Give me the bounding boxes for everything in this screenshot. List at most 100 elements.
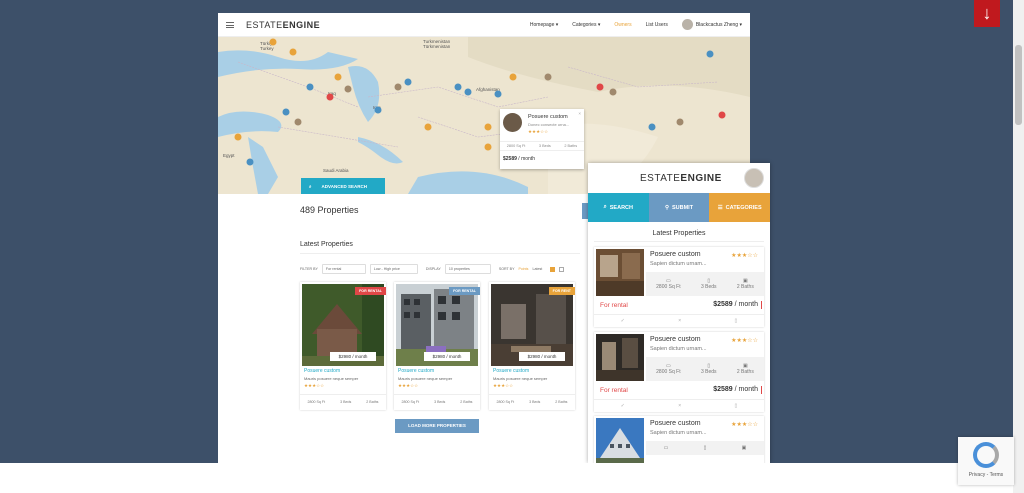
load-more-button[interactable]: LOAD MORE PROPERTIES xyxy=(395,419,479,433)
close-icon[interactable]: × xyxy=(678,403,681,409)
user-menu[interactable]: Blackcactus Zheng xyxy=(681,19,742,30)
recaptcha-icon xyxy=(973,442,999,468)
sort-label: SORT BY xyxy=(498,267,515,271)
mobile-logo[interactable]: ESTATE ENGINE xyxy=(588,163,770,193)
list-view-icon[interactable] xyxy=(559,266,565,272)
divider xyxy=(300,253,580,254)
mobile-submit-button[interactable]: ⚲ SUBMIT xyxy=(648,193,710,222)
card-area: 2800 Sq Ft xyxy=(496,399,515,404)
item-rating: ★★★☆☆ xyxy=(731,253,758,259)
close-icon[interactable]: × xyxy=(678,318,681,324)
popup-subtitle: Donec consecte urna... xyxy=(528,122,570,127)
item-rating: ★★★☆☆ xyxy=(731,422,758,428)
card-rating: ★★★☆☆ xyxy=(398,383,419,388)
sort-points[interactable]: Points xyxy=(518,267,528,271)
item-address: Sapien dictum urnam... xyxy=(650,430,707,436)
mobile-categories-button[interactable]: ☰ CATEGORIES xyxy=(709,193,770,222)
item-title[interactable]: Posuere custom xyxy=(650,251,701,258)
item-status: For rental xyxy=(600,387,628,394)
status-badge: FOR RENTAL xyxy=(449,287,480,295)
card-price: $2980 / month xyxy=(519,352,565,361)
scrollbar[interactable] xyxy=(1013,0,1024,493)
trash-icon[interactable]: ▯ xyxy=(735,318,738,324)
grid-view-icon[interactable] xyxy=(550,266,556,272)
nav-categories[interactable]: Categories xyxy=(572,22,600,28)
mobile-list-item[interactable]: Posuere custom ★★★☆☆ Sapien dictum urnam… xyxy=(594,416,764,463)
advanced-search-button[interactable]: ⌕ ADVANCED SEARCH xyxy=(301,178,385,194)
item-actions: ✓ × ▯ xyxy=(594,314,764,327)
card-title[interactable]: Posuere custom xyxy=(304,368,340,374)
filter-bar: FILTER BY For rental Low - High price DI… xyxy=(300,264,576,274)
check-icon[interactable]: ✓ xyxy=(621,318,625,324)
nav-homepage[interactable]: Homepage xyxy=(530,22,558,28)
card-price: $2980 / month xyxy=(330,352,376,361)
list-icon: ☰ xyxy=(717,204,723,211)
menu-icon[interactable] xyxy=(226,21,234,28)
card-beds: 3 Beds xyxy=(340,399,352,404)
user-icon: ⚲ xyxy=(664,204,669,211)
scrollbar-thumb[interactable] xyxy=(1015,45,1022,125)
popup-rating: ★★★☆☆ xyxy=(528,129,549,134)
popup-title[interactable]: Posuere custom xyxy=(528,114,568,120)
display-select[interactable]: 10 properties xyxy=(444,264,491,274)
item-beds: ▯ 3 Beds xyxy=(700,278,717,290)
property-card[interactable]: FOR RENTAL $2980 / month Posuere custom … xyxy=(394,282,480,410)
mobile-preview: ESTATE ENGINE ⌕ SEARCH ⚲ SUBMIT ☰ CATEGORIES… xyxy=(588,163,770,463)
property-image xyxy=(596,334,644,381)
property-card[interactable]: FOR RENT $2980 / month Posuere custom Ma… xyxy=(489,282,575,410)
item-baths: ▣ 2 Baths xyxy=(736,278,754,290)
item-address: Sapien dictum urnam... xyxy=(650,346,707,352)
top-nav: ESTATEENGINE Homepage Categories Owners … xyxy=(218,13,750,37)
card-address: Mauris posuere neque semper xyxy=(493,376,548,381)
beds-icon: ▯ xyxy=(703,445,707,451)
map-label-turkmenistan-alt: Türkmenistan xyxy=(423,44,451,49)
price-order-select[interactable]: Low - High price xyxy=(369,264,418,274)
popup-beds: 3 Beds xyxy=(538,144,551,148)
item-status: For rental xyxy=(600,302,628,309)
nav-list-users[interactable]: List Users xyxy=(646,22,668,28)
status-indicator xyxy=(760,386,762,394)
status-indicator xyxy=(760,301,762,309)
item-price: $2589 / month xyxy=(713,301,758,308)
item-baths: ▣ 2 Baths xyxy=(736,363,754,375)
card-address: Mauris posuere neque semper xyxy=(398,376,453,381)
card-area: 2800 Sq Ft xyxy=(307,399,326,404)
mobile-list-item[interactable]: Posuere custom ★★★☆☆ Sapien dictum urnam… xyxy=(594,247,764,327)
avatar[interactable] xyxy=(744,168,764,188)
divider xyxy=(594,241,764,242)
card-baths: 2 Baths xyxy=(555,399,568,404)
mobile-heading: Latest Properties xyxy=(652,230,706,237)
item-address: Sapien dictum urnam... xyxy=(650,261,707,267)
property-card[interactable]: FOR RENTAL $2980 / month Posuere custom … xyxy=(300,282,386,410)
map-popup[interactable]: × Posuere custom Donec consecte urna... … xyxy=(500,109,584,169)
nav-owners[interactable]: Owners xyxy=(614,22,631,28)
sort-latest[interactable]: Latest xyxy=(532,267,542,271)
mobile-search-button[interactable]: ⌕ SEARCH xyxy=(588,193,649,222)
trash-icon[interactable]: ▯ xyxy=(735,403,738,409)
baths-icon: ▣ xyxy=(741,445,747,451)
item-area: ▭ 2800 Sq Ft xyxy=(656,278,681,290)
close-icon[interactable]: × xyxy=(578,111,581,116)
filter-label: FILTER BY xyxy=(300,267,318,271)
card-title[interactable]: Posuere custom xyxy=(398,368,434,374)
recaptcha-badge[interactable]: Privacy - Terms xyxy=(958,437,1014,485)
filter-select[interactable]: For rental xyxy=(321,264,366,274)
terms-link[interactable]: Terms xyxy=(990,472,1004,478)
item-title[interactable]: Posuere custom xyxy=(650,420,701,427)
logo[interactable]: ESTATEENGINE xyxy=(246,20,320,30)
check-icon[interactable]: ✓ xyxy=(621,403,625,409)
latest-properties-heading: Latest Properties xyxy=(300,241,353,248)
card-beds: 3 Beds xyxy=(434,399,446,404)
item-title[interactable]: Posuere custom xyxy=(650,336,701,343)
search-icon: ⌕ xyxy=(309,183,312,189)
user-name: Blackcactus Zheng xyxy=(695,21,739,28)
nav-links: Homepage Categories Owners List Users Bl… xyxy=(530,19,742,30)
privacy-link[interactable]: Privacy xyxy=(969,472,985,478)
arrow-down-icon[interactable]: ↓ xyxy=(974,0,1000,27)
card-features: 2800 Sq Ft 3 Beds 2 Baths xyxy=(394,394,480,408)
properties-count: 489 Properties xyxy=(300,205,359,215)
card-title[interactable]: Posuere custom xyxy=(493,368,529,374)
status-badge: FOR RENTAL xyxy=(355,287,386,295)
mobile-list-item[interactable]: Posuere custom ★★★☆☆ Sapien dictum urnam… xyxy=(594,332,764,412)
popup-baths: 2 Baths xyxy=(564,144,578,148)
